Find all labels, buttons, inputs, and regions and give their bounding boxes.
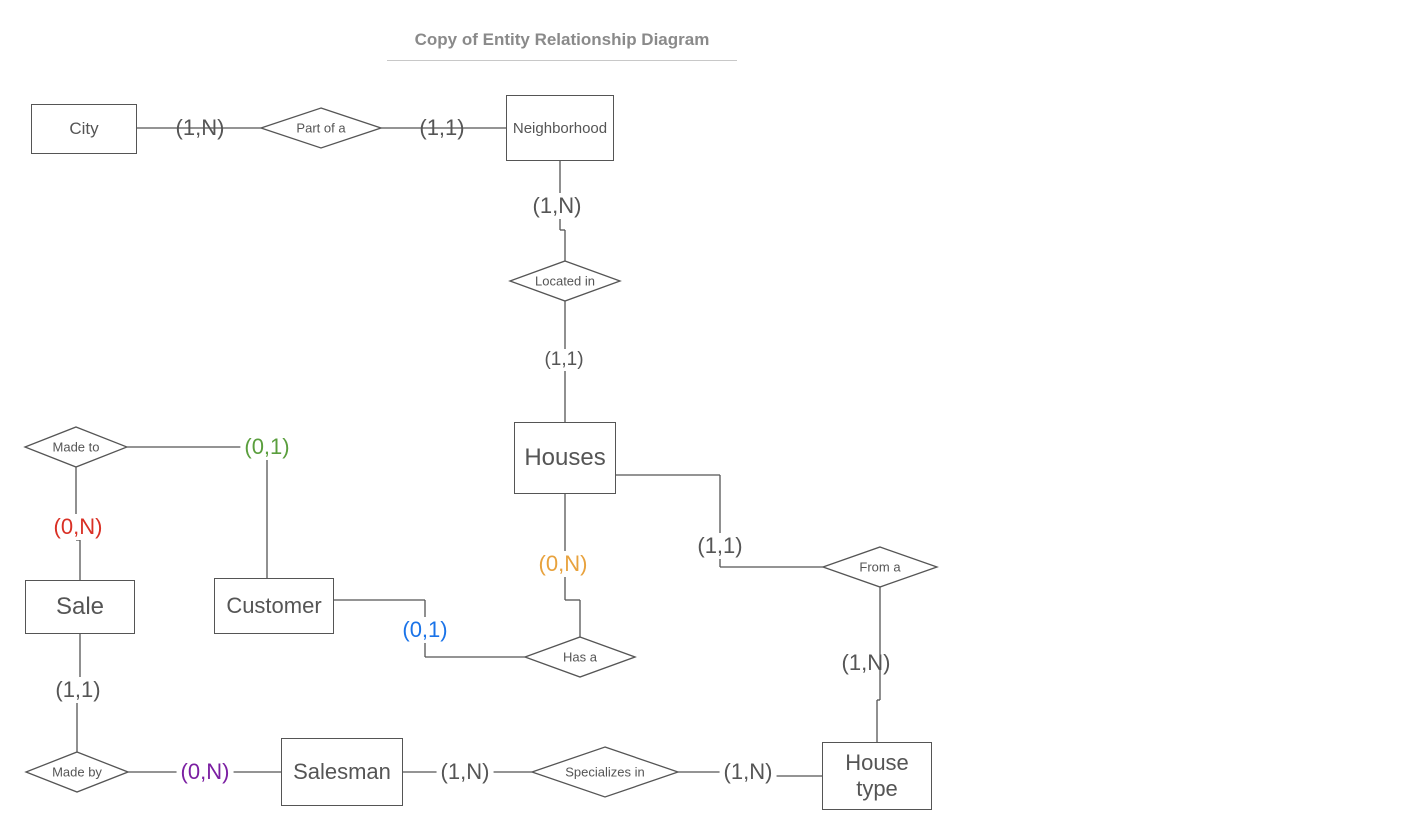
cardinality-neighborhood-partof: (1,1) [419, 115, 464, 141]
cardinality-neighborhood-located: (1,N) [529, 193, 586, 219]
relationship-located-in: Located in [535, 274, 595, 289]
entity-neighborhood: Neighborhood [506, 95, 614, 161]
cardinality-houses-hasa: (0,N) [535, 551, 592, 577]
entity-city: City [31, 104, 137, 154]
relationship-from-a: From a [859, 560, 900, 575]
cardinality-salesman-spec: (1,N) [437, 759, 494, 785]
cardinality-madeby-salesman: (0,N) [177, 759, 234, 785]
cardinality-froma-housetype: (1,N) [842, 650, 891, 676]
entity-customer: Customer [214, 578, 334, 634]
relationship-specializes-in: Specializes in [565, 765, 645, 780]
entity-house-type: House type [822, 742, 932, 810]
cardinality-housetype-spec: (1,N) [720, 759, 777, 785]
relationship-made-to: Made to [53, 440, 100, 455]
cardinality-city-partof: (1,N) [176, 115, 225, 141]
cardinality-sale-madeby: (1,1) [51, 677, 104, 703]
cardinality-houses-located: (1,1) [540, 349, 587, 371]
relationship-part-of-a: Part of a [296, 121, 345, 136]
relationship-has-a: Has a [563, 650, 597, 665]
relationship-made-by: Made by [52, 765, 102, 780]
cardinality-madeto-sale: (0,N) [50, 514, 107, 540]
cardinality-houses-froma: (1,1) [693, 533, 746, 559]
cardinality-madeto-customer: (0,1) [240, 434, 293, 460]
cardinality-customer-hasa: (0,1) [398, 617, 451, 643]
entity-salesman: Salesman [281, 738, 403, 806]
entity-houses: Houses [514, 422, 616, 494]
entity-sale: Sale [25, 580, 135, 634]
